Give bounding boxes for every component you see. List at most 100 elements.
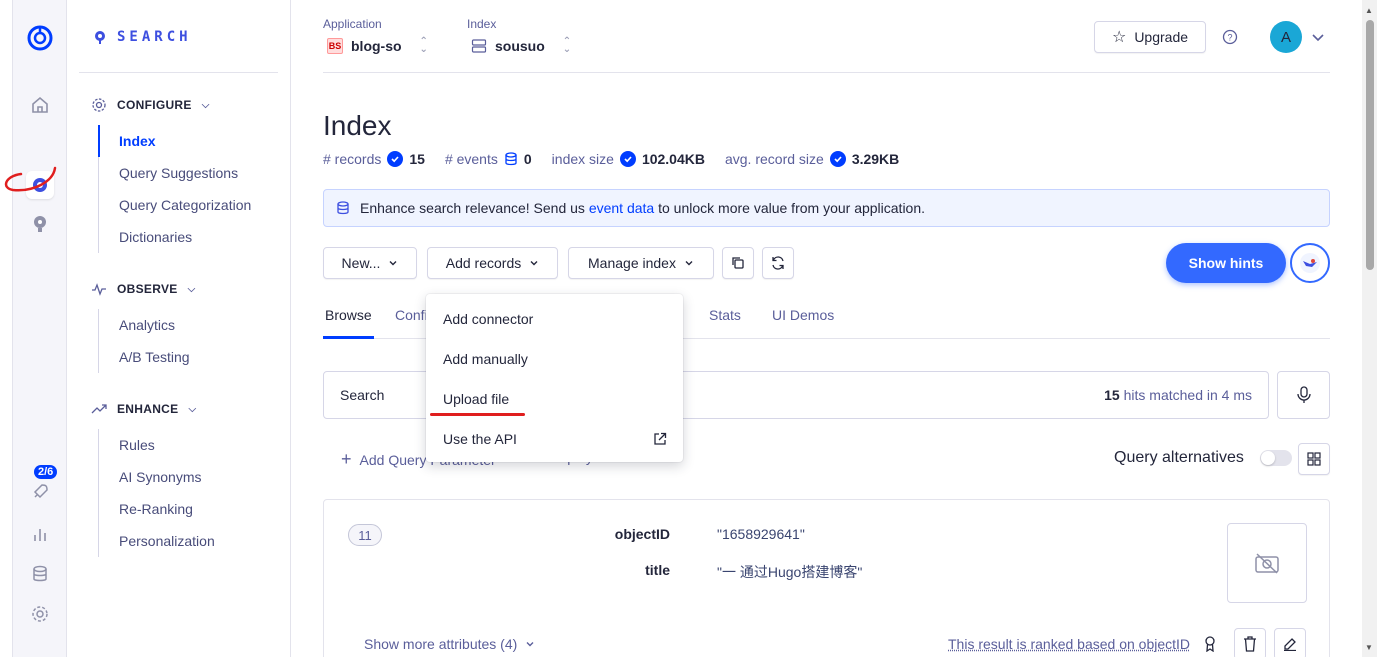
events-banner: Enhance search relevance! Send us event … (323, 189, 1330, 227)
nav-sidebar: SEARCH CONFIGURE ⌵ Index Query Suggestio… (67, 0, 291, 657)
logo-text: SEARCH (117, 29, 192, 45)
home-icon[interactable] (26, 91, 54, 119)
show-hints-button[interactable]: Show hints (1166, 243, 1286, 283)
search-logo[interactable]: SEARCH (93, 29, 192, 45)
sidebar-item-ai-synonyms[interactable]: AI Synonyms (99, 461, 215, 493)
sidebar-item-personalization[interactable]: Personalization (99, 525, 215, 557)
attribute-value: "一 通过Hugo搭建博客" (717, 564, 863, 580)
database-icon (505, 152, 517, 166)
sidebar-item-rules[interactable]: Rules (99, 429, 215, 461)
upgrade-button[interactable]: ☆ Upgrade (1094, 21, 1206, 53)
check-icon (387, 151, 404, 167)
application-label: Application (323, 17, 382, 31)
rocket-icon[interactable] (26, 478, 54, 506)
no-image-icon (1255, 553, 1279, 574)
enhance-list: Rules AI Synonyms Re-Ranking Personaliza… (98, 429, 215, 557)
show-more-attributes-button[interactable]: Show more attributes (4) (364, 636, 535, 652)
sidebar-item-ab-testing[interactable]: A/B Testing (99, 341, 190, 373)
copy-button[interactable] (722, 247, 754, 279)
events-value: 0 (523, 151, 532, 167)
settings-gear-icon[interactable] (26, 600, 54, 628)
onboarding-progress-badge[interactable]: 2/6 (34, 465, 58, 479)
menu-item-label: Add connector (443, 311, 534, 327)
pencil-icon (1284, 638, 1296, 651)
plus-icon: + (341, 449, 352, 469)
section-configure[interactable]: CONFIGURE ⌵ (91, 97, 210, 113)
records-value: 15 (409, 151, 425, 167)
assistant-avatar-icon[interactable] (1290, 243, 1330, 283)
tab-browse[interactable]: Browse (323, 298, 374, 339)
grid-icon (1307, 452, 1321, 466)
chevron-down-icon: ⌵ (188, 403, 197, 415)
database-icon[interactable] (26, 560, 54, 588)
menu-item-add-manually[interactable]: Add manually (426, 339, 683, 379)
ribbon-icon[interactable] (1198, 632, 1222, 656)
annotation-underline (430, 413, 525, 416)
avatar[interactable]: A (1270, 21, 1302, 53)
attribute-key: objectID (614, 526, 670, 542)
application-selector[interactable]: BS blog-so ⌃ ⌄ (327, 36, 428, 55)
tab-stats[interactable]: Stats (709, 298, 741, 339)
scroll-up-arrow-icon[interactable]: ▲ (1365, 6, 1373, 15)
menu-item-use-the-api[interactable]: Use the API (426, 419, 683, 459)
chevron-down-icon: ⌵ (187, 283, 196, 295)
ranking-info-link[interactable]: This result is ranked based on objectID (948, 636, 1190, 652)
manage-index-button[interactable]: Manage index (568, 247, 714, 279)
menu-item-label: Add manually (443, 351, 528, 367)
copy-icon (732, 257, 744, 269)
section-enhance-label: ENHANCE (117, 402, 179, 416)
new-button[interactable]: New... (323, 247, 417, 279)
attribute-key: title (645, 562, 670, 578)
sidebar-item-index[interactable]: Index (98, 125, 251, 157)
application-badge: BS (327, 38, 343, 54)
toggle-switch[interactable] (1259, 450, 1292, 466)
manage-index-label: Manage index (588, 255, 676, 271)
help-icon[interactable]: ? (1218, 25, 1242, 49)
delete-button[interactable] (1234, 628, 1266, 657)
sidebar-item-query-categorization[interactable]: Query Categorization (99, 189, 251, 221)
edit-button[interactable] (1274, 628, 1306, 657)
algolia-logo-icon[interactable] (26, 24, 54, 52)
section-configure-label: CONFIGURE (117, 98, 192, 112)
layout-grid-button[interactable] (1298, 443, 1330, 475)
page-scrollbar[interactable]: ▲ ▼ (1362, 0, 1377, 657)
analytics-bars-icon[interactable] (26, 520, 54, 548)
section-observe-label: OBSERVE (117, 282, 178, 296)
recommend-icon[interactable] (26, 210, 54, 238)
index-selector[interactable]: sousuo ⌃ ⌄ (471, 37, 571, 55)
icon-rail: 2/6 (4, 0, 67, 657)
sidebar-item-query-suggestions[interactable]: Query Suggestions (99, 157, 251, 189)
query-alternatives-toggle[interactable]: Query alternatives (1114, 449, 1292, 467)
add-records-button[interactable]: Add records (427, 247, 558, 279)
check-icon (829, 151, 846, 167)
show-more-label: Show more attributes (4) (364, 636, 518, 652)
sidebar-item-re-ranking[interactable]: Re-Ranking (99, 493, 215, 525)
rank-badge: 11 (348, 524, 382, 546)
divider (323, 72, 1330, 73)
result-card: 11 objectID "1658929641" title "一 通过Hugo… (323, 499, 1330, 657)
scroll-down-arrow-icon[interactable]: ▼ (1365, 643, 1373, 652)
avg-record-value: 3.29KB (851, 151, 900, 167)
refresh-button[interactable] (762, 247, 794, 279)
svg-text:?: ? (1227, 33, 1232, 43)
divider (79, 72, 278, 73)
section-observe[interactable]: OBSERVE ⌵ (91, 281, 195, 297)
chevron-down-icon[interactable] (1306, 25, 1330, 49)
menu-item-label: Use the API (443, 431, 517, 447)
check-icon (619, 151, 636, 167)
query-alternatives-label: Query alternatives (1114, 449, 1244, 466)
index-size-value: 102.04KB (641, 151, 705, 167)
chevron-down-icon (530, 261, 538, 266)
sidebar-item-analytics[interactable]: Analytics (99, 309, 190, 341)
tab-ui-demos[interactable]: UI Demos (772, 298, 834, 339)
event-data-link[interactable]: event data (589, 200, 654, 216)
scrollbar-thumb[interactable] (1366, 20, 1374, 270)
chevron-updown-icon: ⌃ ⌄ (419, 36, 428, 55)
voice-search-button[interactable] (1277, 371, 1330, 419)
section-enhance[interactable]: ENHANCE ⌵ (91, 401, 196, 417)
menu-item-add-connector[interactable]: Add connector (426, 299, 683, 339)
tab-configuration[interactable]: Confi (395, 298, 428, 339)
hits-text: hits matched in 4 ms (1123, 387, 1252, 403)
sidebar-item-dictionaries[interactable]: Dictionaries (99, 221, 251, 253)
add-records-menu: Add connector Add manually Upload file U… (426, 294, 683, 462)
